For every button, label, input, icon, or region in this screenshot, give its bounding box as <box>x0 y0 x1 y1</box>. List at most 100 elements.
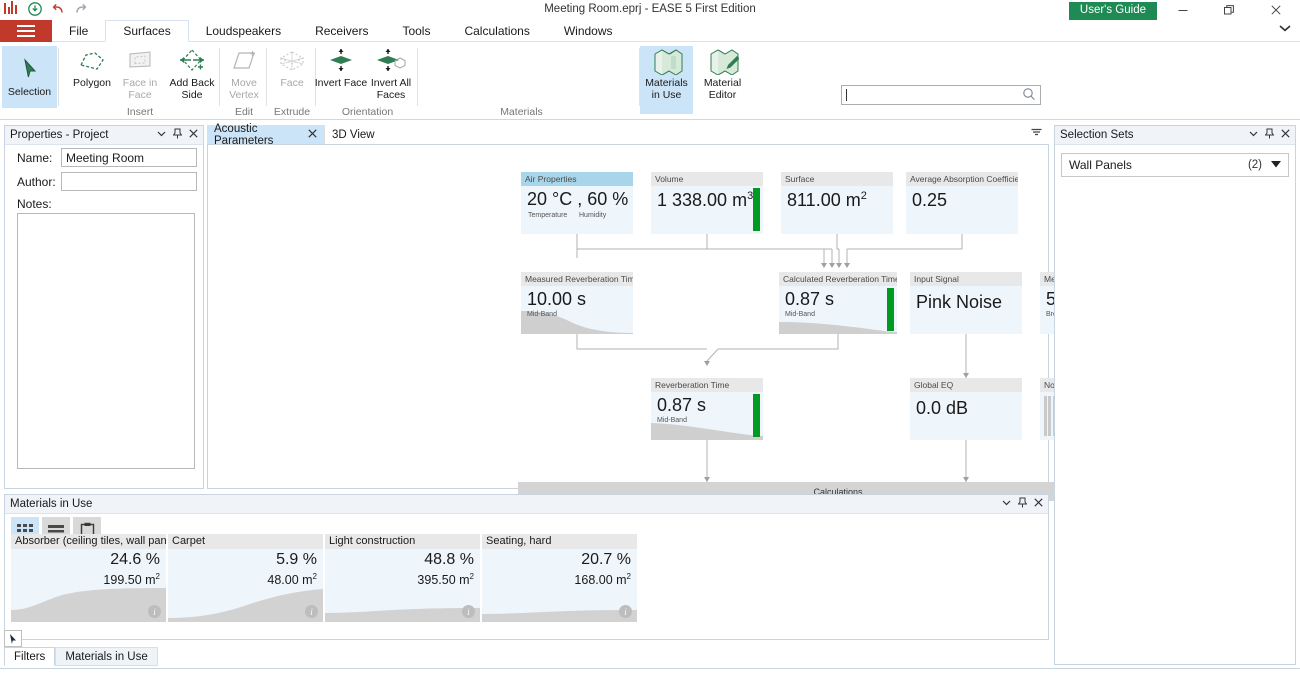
close-icon[interactable] <box>1281 129 1290 141</box>
pin-icon[interactable] <box>1017 497 1028 511</box>
selection-sets-title: Selection Sets <box>1060 129 1134 141</box>
tile-input-signal[interactable]: Input Signal Pink Noise <box>910 272 1022 334</box>
info-icon[interactable]: i <box>305 605 318 618</box>
properties-panel-header: Properties - Project <box>5 126 203 145</box>
material-card[interactable]: Absorber (ceiling tiles, wall pan... 24.… <box>11 534 166 622</box>
info-icon[interactable]: i <box>148 605 161 618</box>
tab-receivers[interactable]: Receivers <box>298 20 385 42</box>
tile-surface[interactable]: Surface 811.00 m2 <box>781 172 893 234</box>
tile-value: 0.87 s <box>785 289 835 309</box>
tab-loudspeakers[interactable]: Loudspeakers <box>189 20 298 42</box>
tile-global-eq[interactable]: Global EQ 0.0 dB <box>910 378 1022 440</box>
search-icon[interactable] <box>1022 87 1036 104</box>
document-tabs-overflow-icon[interactable] <box>1030 127 1043 139</box>
pin-icon[interactable] <box>1264 128 1275 142</box>
material-name: Carpet <box>168 534 323 549</box>
selection-sets-panel: Selection Sets Wall Panels (2) <box>1054 125 1296 665</box>
bottom-tab-materials-in-use[interactable]: Materials in Use <box>55 647 158 666</box>
tile-value: 20 °C , 60 % <box>527 189 629 209</box>
invert-face-label: Invert Face <box>314 77 368 89</box>
add-back-side-icon <box>175 46 209 76</box>
face-in-face-button[interactable]: Face in Face <box>112 46 168 101</box>
material-card[interactable]: Seating, hard 20.7 % 168.00 m2 i <box>482 534 637 622</box>
tile-title: Measured Reverberation Time <box>521 272 633 286</box>
doc-tab-acoustic-parameters[interactable]: Acoustic Parameters <box>207 123 324 147</box>
invert-all-faces-button[interactable]: Invert All Faces <box>363 46 419 101</box>
users-guide-button[interactable]: User's Guide <box>1068 2 1157 21</box>
materials-in-use-header: Materials in Use <box>5 495 1048 514</box>
project-author-input[interactable] <box>61 172 197 191</box>
invert-all-faces-icon <box>374 46 408 76</box>
ribbon: Selection Polygon Face in Face Add Back … <box>0 42 1300 120</box>
material-curve-graphic <box>325 608 480 622</box>
tile-sub-humidity: Humidity <box>579 212 607 219</box>
material-card[interactable]: Carpet 5.9 % 48.00 m2 i <box>168 534 323 622</box>
material-editor-button[interactable]: Material Editor <box>696 46 749 114</box>
extrude-face-button[interactable]: Face <box>264 46 320 90</box>
chevron-down-icon[interactable] <box>1278 23 1292 36</box>
face-in-face-label: Face in Face <box>122 77 158 101</box>
tab-tools[interactable]: Tools <box>385 20 447 42</box>
tile-body: 811.00 m2 <box>781 186 893 234</box>
material-card[interactable]: Light construction 48.8 % 395.50 m2 i <box>325 534 480 622</box>
info-icon[interactable]: i <box>462 605 475 618</box>
orientation-group-label: Orientation <box>341 106 394 118</box>
materials-search-input[interactable] <box>841 85 1041 105</box>
tile-calculated-reverberation-time[interactable]: Calculated Reverberation Time 0.87 s Mid… <box>779 272 897 334</box>
materials-in-use-icon <box>650 46 684 76</box>
tile-value: Pink Noise <box>916 292 1003 312</box>
tile-title: Input Signal <box>910 272 1022 286</box>
invert-face-button[interactable]: Invert Face <box>313 46 369 90</box>
materials-in-use-tools <box>1002 497 1043 511</box>
tile-sub: Mid-Band <box>785 311 815 318</box>
extrude-face-icon <box>275 46 309 76</box>
redo-icon[interactable] <box>73 1 89 17</box>
selection-tool-button[interactable] <box>4 630 22 647</box>
project-name-input[interactable]: Meeting Room <box>61 148 197 167</box>
close-icon[interactable] <box>1034 498 1043 510</box>
ribbon-group-insert: Polygon Face in Face Add Back Side Inser… <box>60 42 220 120</box>
chevron-down-icon[interactable] <box>1271 160 1281 170</box>
ribbon-group-orientation: Invert Face Invert All Faces Orientation <box>315 42 419 120</box>
application-menu-button[interactable] <box>0 20 52 42</box>
tile-title: Calculated Reverberation Time <box>779 272 897 286</box>
doc-tab-3d-view[interactable]: 3D View <box>324 125 394 144</box>
close-button[interactable] <box>1252 0 1300 20</box>
panel-menu-icon[interactable] <box>157 129 166 141</box>
tab-windows[interactable]: Windows <box>547 20 630 42</box>
panel-menu-icon[interactable] <box>1249 129 1258 141</box>
restore-button[interactable] <box>1206 0 1252 20</box>
material-editor-label: Material Editor <box>703 77 742 101</box>
ease-application-window: Meeting Room.eprj - EASE 5 First Edition… <box>0 0 1300 694</box>
pin-icon[interactable] <box>172 128 183 142</box>
doc-tab-close-icon[interactable] <box>308 128 317 141</box>
tab-calculations[interactable]: Calculations <box>447 20 546 42</box>
project-notes-textarea[interactable] <box>17 213 195 469</box>
materials-in-use-button[interactable]: Materials in Use <box>640 46 693 114</box>
panel-menu-icon[interactable] <box>1002 498 1011 510</box>
info-icon[interactable]: i <box>619 605 632 618</box>
properties-panel-title: Properties - Project <box>10 129 109 141</box>
tile-body: 10.00 s Mid-Band <box>521 286 633 334</box>
selection-set-item-wall-panels[interactable]: Wall Panels (2) <box>1061 153 1289 177</box>
close-icon[interactable] <box>189 129 198 141</box>
tile-body: Pink Noise <box>910 286 1022 334</box>
undo-icon[interactable] <box>50 1 66 17</box>
add-back-side-button[interactable]: Add Back Side <box>164 46 220 101</box>
material-area-exponent: 2 <box>469 572 474 581</box>
tile-average-absorption-coefficient[interactable]: Average Absorption Coefficient 0.25 <box>906 172 1018 234</box>
tile-measured-reverberation-time[interactable]: Measured Reverberation Time 10.00 s Mid-… <box>521 272 633 334</box>
selection-sets-header: Selection Sets <box>1055 126 1295 145</box>
tile-body: 0.25 <box>906 186 1018 234</box>
minimize-button[interactable] <box>1160 0 1206 20</box>
tile-volume[interactable]: Volume 1 338.00 m3 <box>651 172 763 234</box>
tile-reverberation-time[interactable]: Reverberation Time 0.87 s Mid-Band <box>651 378 763 440</box>
tab-file[interactable]: File <box>52 20 105 42</box>
status-indicator-bar <box>753 188 760 231</box>
selection-button[interactable]: Selection <box>2 46 57 108</box>
tile-air-properties[interactable]: Air Properties 20 °C , 60 % Temperature … <box>521 172 633 234</box>
save-icon[interactable] <box>27 1 43 17</box>
material-percent: 48.8 % <box>424 551 474 568</box>
bottom-tab-filters[interactable]: Filters <box>4 647 56 666</box>
tab-surfaces[interactable]: Surfaces <box>105 20 189 42</box>
